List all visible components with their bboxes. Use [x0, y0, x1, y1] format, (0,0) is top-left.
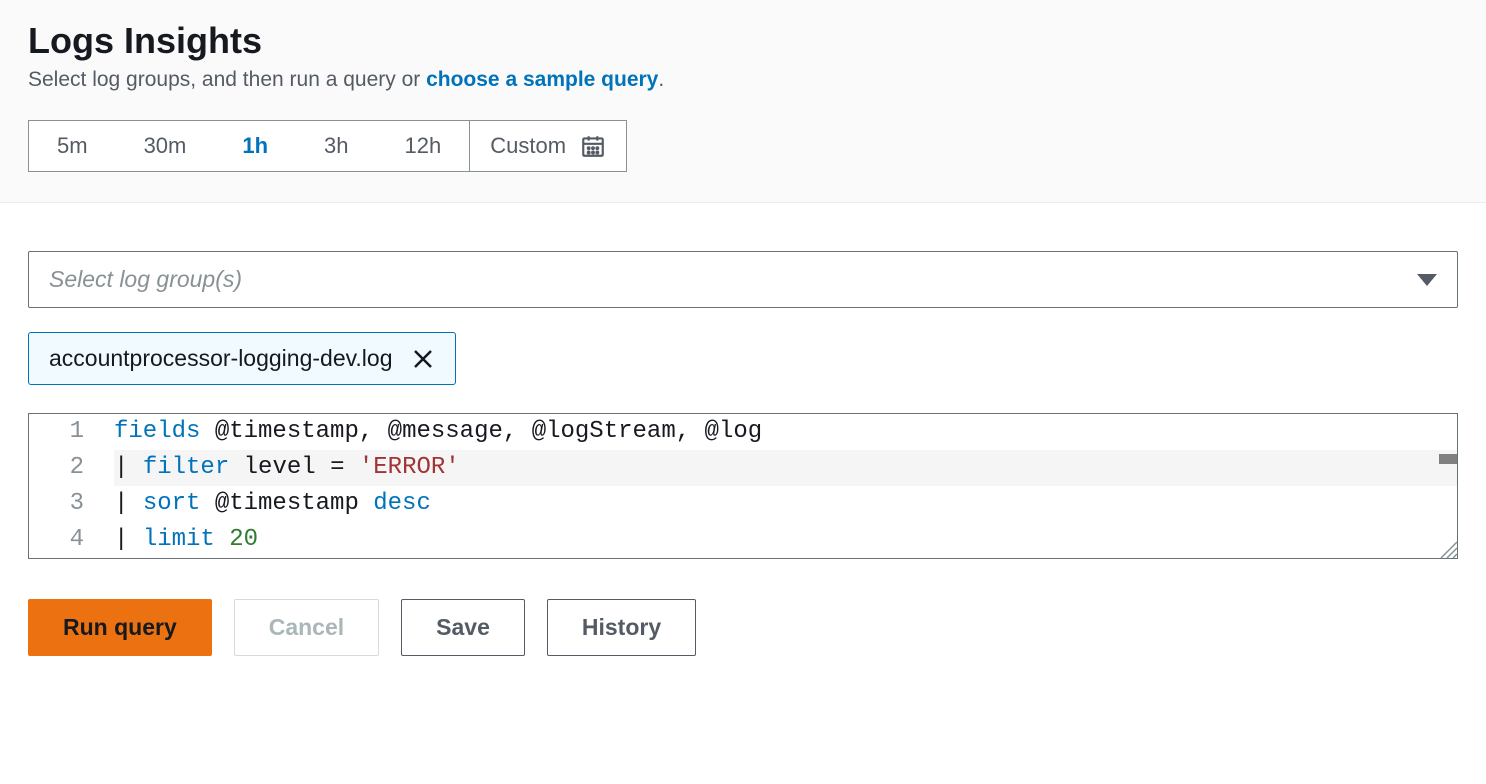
- resize-handle[interactable]: [1439, 540, 1459, 560]
- code-content[interactable]: | filter level = 'ERROR': [114, 450, 1457, 486]
- custom-label: Custom: [490, 133, 566, 159]
- code-content[interactable]: | limit 20: [114, 522, 1457, 558]
- sample-query-link[interactable]: choose a sample query: [426, 68, 658, 91]
- header-section: Logs Insights Select log groups, and the…: [0, 0, 1486, 203]
- cancel-button: Cancel: [234, 599, 379, 656]
- editor-line[interactable]: 1fields @timestamp, @message, @logStream…: [29, 414, 1457, 450]
- selected-log-group-tag: accountprocessor-logging-dev.log: [28, 332, 456, 385]
- save-button[interactable]: Save: [401, 599, 525, 656]
- log-group-placeholder: Select log group(s): [49, 266, 242, 293]
- time-range-30m[interactable]: 30m: [116, 121, 215, 171]
- line-number: 2: [29, 450, 114, 486]
- history-button[interactable]: History: [547, 599, 696, 656]
- editor-line[interactable]: 3| sort @timestamp desc: [29, 486, 1457, 522]
- time-range-3h[interactable]: 3h: [296, 121, 376, 171]
- time-range-selector: 5m30m1h3h12h Custom: [28, 120, 627, 172]
- time-range-12h[interactable]: 12h: [377, 121, 470, 171]
- caret-down-icon: [1417, 274, 1437, 286]
- code-content[interactable]: fields @timestamp, @message, @logStream,…: [114, 414, 1457, 450]
- log-group-select[interactable]: Select log group(s): [28, 251, 1458, 308]
- line-number: 3: [29, 486, 114, 522]
- calendar-icon: [580, 133, 606, 159]
- page-subtitle: Select log groups, and then run a query …: [28, 68, 1458, 92]
- editor-line[interactable]: 2| filter level = 'ERROR': [29, 450, 1457, 486]
- run-query-button[interactable]: Run query: [28, 599, 212, 656]
- time-range-custom[interactable]: Custom: [469, 121, 626, 171]
- tag-label: accountprocessor-logging-dev.log: [49, 345, 393, 372]
- action-bar: Run query Cancel Save History: [28, 599, 1458, 656]
- query-editor[interactable]: 1fields @timestamp, @message, @logStream…: [28, 413, 1458, 559]
- line-number: 4: [29, 522, 114, 558]
- close-icon: [411, 347, 435, 371]
- time-range-5m[interactable]: 5m: [29, 121, 116, 171]
- time-range-1h[interactable]: 1h: [214, 121, 296, 171]
- subtitle-prefix: Select log groups, and then run a query …: [28, 68, 426, 91]
- subtitle-suffix: .: [658, 68, 664, 91]
- scroll-marker: [1439, 454, 1457, 464]
- body-section: Select log group(s) accountprocessor-log…: [0, 203, 1486, 686]
- page-title: Logs Insights: [28, 20, 1458, 62]
- tag-remove-button[interactable]: [411, 347, 435, 371]
- line-number: 1: [29, 414, 114, 450]
- editor-line[interactable]: 4| limit 20: [29, 522, 1457, 558]
- code-content[interactable]: | sort @timestamp desc: [114, 486, 1457, 522]
